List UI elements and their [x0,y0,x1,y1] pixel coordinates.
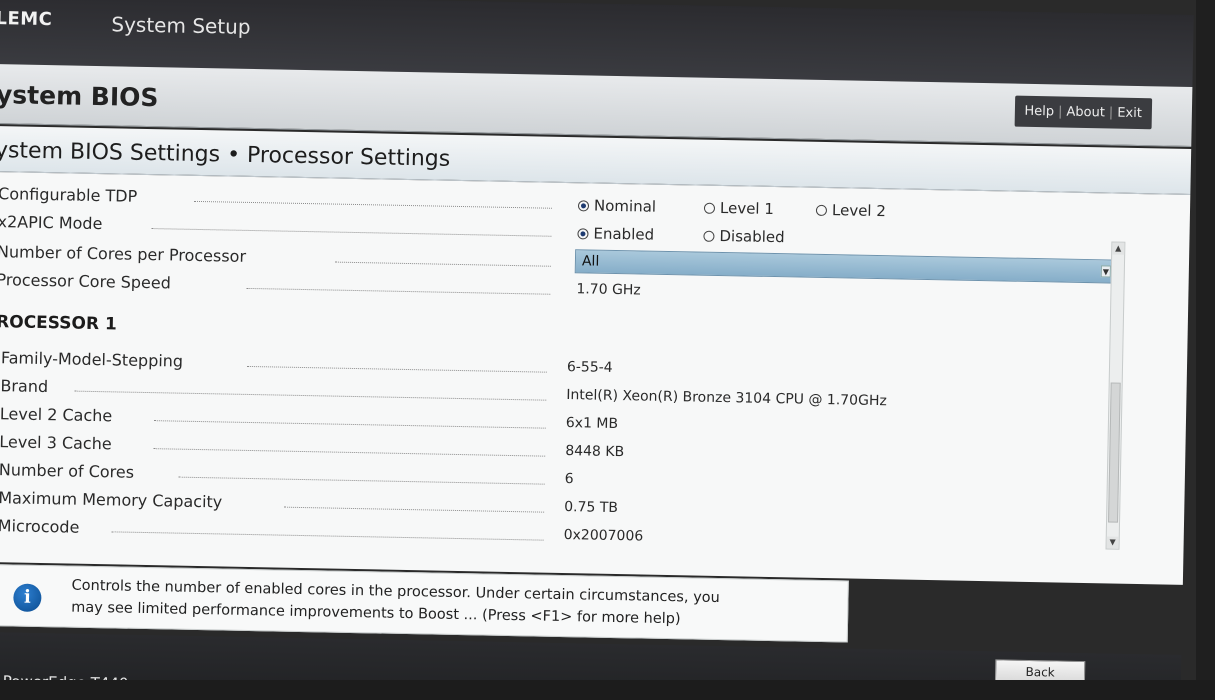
radio-label: Disabled [719,226,785,247]
info-label: Level 2 Cache [0,404,113,426]
chevron-down-icon[interactable]: ▼ [1100,265,1111,278]
info-value: 6 [564,471,574,488]
x2apic-enabled-radio[interactable]: Enabled [577,224,655,244]
info-value: 6x1 MB [565,415,619,433]
select-value: All [581,253,600,270]
info-label: Level 3 Cache [0,432,112,454]
leader-dots [178,476,545,485]
link-separator: | [1108,105,1114,121]
leader-dots [246,365,547,373]
setting-label: x2APIC Mode [0,212,103,234]
info-value: 6-55-4 [566,359,613,376]
radio-label: Level 1 [719,198,775,219]
leader-dots [111,531,544,541]
tdp-level1-radio[interactable]: Level 1 [703,198,775,219]
scroll-down-icon[interactable]: ▼ [1106,536,1119,549]
radio-icon [815,204,828,217]
app-title: System Setup [111,12,251,39]
about-link[interactable]: About [1066,105,1105,121]
info-value: 0x2007006 [563,527,644,545]
breadcrumb-text: ystem BIOS Settings • Processor Settings [0,138,451,172]
page-title: ystem BIOS [0,80,159,113]
settings-panel: Configurable TDP Nominal Level 1 Level 2… [0,171,1191,585]
setting-value: 1.70 GHz [576,281,641,299]
tdp-level2-radio[interactable]: Level 2 [815,201,887,221]
setting-label: Processor Core Speed [0,270,172,293]
info-icon: i [13,583,42,613]
radio-label: Level 2 [831,201,887,221]
leader-dots [153,448,546,457]
info-value: Intel(R) Xeon(R) Bronze 3104 CPU @ 1.70G… [566,387,887,410]
radio-label: Enabled [593,224,655,244]
x2apic-disabled-radio[interactable]: Disabled [703,226,785,247]
leader-dots [153,420,546,429]
monitor-bezel [0,680,1215,700]
info-label: Microcode [0,516,80,537]
leader-dots [194,200,552,209]
setting-label: Configurable TDP [0,184,138,206]
setting-label: Number of Cores per Processor [0,242,247,266]
scroll-up-icon[interactable]: ▲ [1112,242,1125,255]
leader-dots [334,261,551,267]
leader-dots [284,506,545,513]
radio-icon [703,202,716,214]
photo-stage: LEMC System Setup ystem BIOS Help | About |… [0,0,1215,700]
info-value: 8448 KB [565,443,625,461]
help-link[interactable]: Help [1024,104,1054,120]
info-label: Maximum Memory Capacity [0,488,223,512]
processor1-heading: PROCESSOR 1 [0,311,117,335]
radio-selected-icon [577,228,589,240]
help-text: Controls the number of enabled cores in … [71,575,842,634]
exit-link[interactable]: Exit [1117,106,1142,121]
monitor-bezel [1196,0,1215,700]
radio-icon [703,230,715,242]
system-setup-screen: LEMC System Setup ystem BIOS Help | About |… [0,0,1194,700]
brand-logo: LEMC [0,8,53,31]
radio-label: Nominal [593,196,657,216]
leader-dots [246,287,551,295]
leader-dots [74,390,547,401]
radio-selected-icon [577,200,590,212]
info-label: Number of Cores [0,460,135,482]
tdp-nominal-radio[interactable]: Nominal [577,196,657,216]
info-label: Brand [0,376,49,397]
info-value: 0.75 TB [564,499,619,517]
header-links: Help | About | Exit [1014,95,1153,130]
scroll-thumb[interactable] [1108,382,1121,523]
leader-dots [151,228,552,237]
link-separator: | [1057,104,1063,120]
info-label: Family-Model-Stepping [0,348,184,371]
